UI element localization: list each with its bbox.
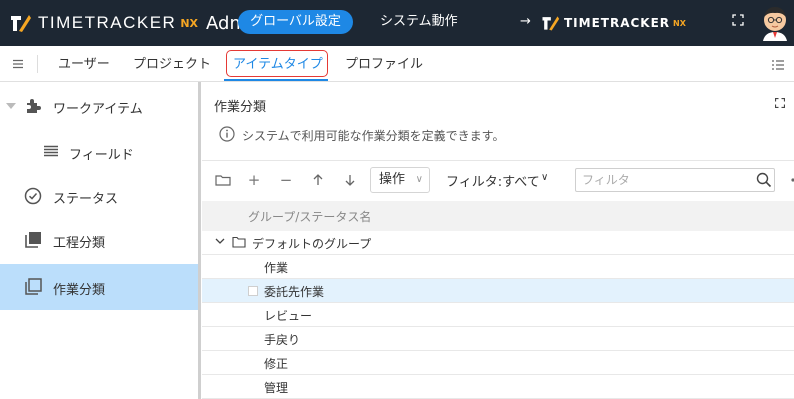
sidebar-item-work-category[interactable]: 作業分類 (0, 264, 198, 310)
row-label: 修正 (264, 357, 289, 371)
info-text: システムで利用可能な作業分類を定義できます。 (242, 129, 505, 143)
filter-dropdown[interactable]: フィルタ:すべて (446, 171, 540, 190)
row-label: 手戻り (264, 333, 301, 347)
group-label: デフォルトのグループ (252, 237, 372, 251)
folder-icon (232, 236, 246, 248)
row-checkbox[interactable] (248, 286, 258, 296)
table-row[interactable]: 手戻り (202, 327, 794, 351)
copy-icon (25, 278, 42, 295)
nav-system-behavior[interactable]: システム動作 (380, 10, 458, 34)
table-header: グループ/ステータス名 (202, 201, 794, 231)
arrow-right-icon: → (520, 14, 531, 29)
page-title: 作業分類 (214, 100, 267, 115)
brand-name: TIMETRACKER (38, 13, 177, 32)
column-header-name: グループ/ステータス名 (248, 210, 372, 224)
brand-logo[interactable]: TIMETRACKER NX Admin (8, 8, 263, 38)
sidebar-item-label: ワークアイテム (53, 102, 143, 117)
fullscreen-icon[interactable] (775, 98, 785, 108)
row-label: 作業 (264, 261, 289, 275)
brand-mark-icon (11, 15, 31, 32)
sidebar-item-status[interactable]: ステータス (0, 174, 198, 218)
active-tab-underline (224, 79, 328, 81)
divider (202, 160, 794, 161)
remove-button[interactable]: − (277, 171, 295, 189)
app-link-timetracker[interactable]: TIMETRACKER NX (540, 12, 686, 34)
add-button[interactable]: + (245, 171, 263, 189)
tab-projects[interactable]: プロジェクト (133, 55, 211, 75)
avatar[interactable] (760, 5, 790, 41)
sidebar-item-process[interactable]: 工程分類 (0, 218, 198, 262)
table-row[interactable]: レビュー (202, 303, 794, 327)
caret-down-icon[interactable] (6, 102, 16, 110)
sidebar-item-label: 工程分類 (53, 236, 106, 251)
sidebar: ワークアイテム フィールド ステータス 工程分類 作業分類 (0, 82, 200, 399)
nav-global-settings[interactable]: グローバル設定 (238, 10, 353, 34)
list-icon (44, 145, 58, 157)
brand2-name: TIMETRACKER (564, 16, 671, 30)
brand-nx: NX (180, 16, 199, 30)
row-label: 委託先作業 (264, 285, 325, 299)
row-label: 管理 (264, 381, 289, 395)
table-row[interactable]: 修正 (202, 351, 794, 375)
sidebar-item-label: フィールド (69, 148, 134, 163)
sidebar-item-field[interactable]: フィールド (0, 130, 198, 174)
tab-profile[interactable]: プロファイル (345, 55, 423, 75)
main-panel: 作業分類 システムで利用可能な作業分類を定義できます。 + − 操作 ∨ フィル… (202, 82, 794, 399)
check-circle-icon (24, 187, 42, 205)
tab-bar: ユーザー プロジェクト アイテムタイプ プロファイル (0, 46, 794, 82)
sidebar-item-workitem[interactable]: ワークアイテム (0, 84, 198, 128)
sidebar-item-label: 作業分類 (53, 283, 106, 298)
brand2-mark-icon (542, 16, 560, 31)
more-icon[interactable] (788, 172, 794, 188)
sidebar-item-label: ステータス (53, 192, 119, 207)
chevron-down-icon[interactable] (215, 236, 225, 246)
table-row[interactable]: 委託先作業 (202, 279, 794, 303)
top-bar: TIMETRACKER NX Admin グローバル設定 システム動作 → TI… (0, 0, 794, 46)
puzzle-icon (27, 99, 41, 113)
operation-label: 操作 (379, 172, 406, 187)
stack-icon (25, 232, 41, 248)
row-label: レビュー (264, 309, 313, 323)
table-row[interactable]: 管理 (202, 375, 794, 399)
hamburger-icon[interactable] (12, 58, 24, 70)
arrow-up-icon[interactable] (309, 171, 327, 189)
chevron-down-icon[interactable]: ∨ (541, 172, 548, 183)
arrow-down-icon[interactable] (341, 171, 359, 189)
sidebar-scrollbar[interactable] (198, 82, 201, 399)
search-icon[interactable] (756, 172, 772, 188)
folder-icon[interactable] (214, 171, 232, 189)
brand2-nx: NX (673, 18, 686, 28)
list-view-icon[interactable] (772, 60, 784, 70)
tab-users[interactable]: ユーザー (58, 55, 110, 75)
group-row[interactable]: デフォルトのグループ (202, 231, 794, 255)
fullscreen-icon[interactable] (732, 14, 744, 26)
divider (37, 55, 38, 73)
chevron-down-icon: ∨ (415, 174, 423, 185)
operation-dropdown[interactable]: 操作 ∨ (370, 167, 430, 193)
filter-input[interactable] (575, 168, 775, 192)
tab-itemtype[interactable]: アイテムタイプ (233, 55, 323, 75)
info-icon (219, 126, 235, 142)
table-row[interactable]: 作業 (202, 255, 794, 279)
